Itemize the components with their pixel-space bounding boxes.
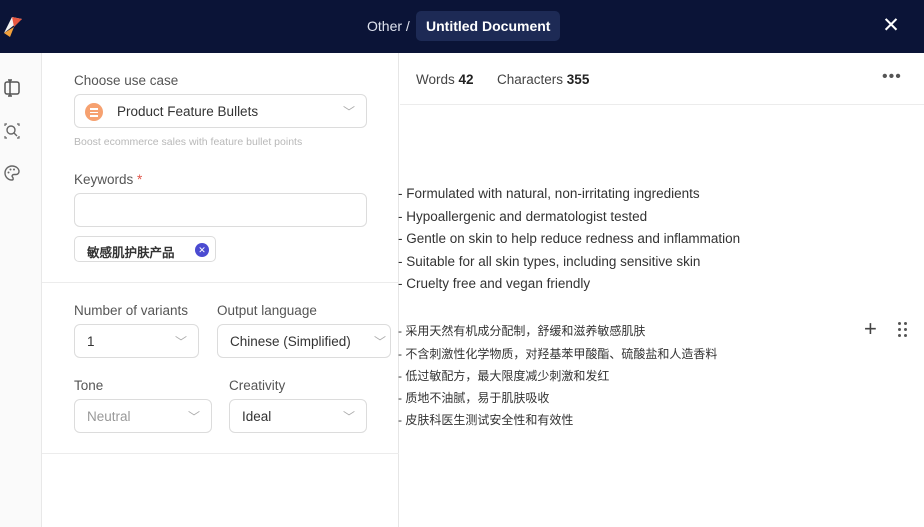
left-rail <box>0 53 42 527</box>
language-select[interactable]: Chinese (Simplified) ﹀ <box>217 324 391 358</box>
chevron-down-icon: ﹀ <box>187 410 200 424</box>
keywords-label: Keywords * <box>74 172 143 187</box>
creativity-value: Ideal <box>242 409 272 424</box>
language-label: Output language <box>217 303 317 318</box>
remove-tag-icon[interactable]: ✕ <box>195 243 209 257</box>
chevron-down-icon: ﹀ <box>174 335 187 349</box>
breadcrumb[interactable]: Other / <box>367 18 410 34</box>
tone-label: Tone <box>74 378 104 393</box>
bullet-line[interactable]: - 不含刺激性化学物质，对羟基苯甲酸酯、硫酸盐和人造香料 <box>398 345 717 362</box>
creativity-select[interactable]: Ideal ﹀ <box>229 399 367 433</box>
bullet-line[interactable]: - Formulated with natural, non-irritatin… <box>398 186 700 201</box>
keywords-input[interactable] <box>74 193 367 227</box>
tone-select[interactable]: Neutral ﹀ <box>74 399 212 433</box>
top-bar: Other / Untitled Document ✕ <box>0 0 924 53</box>
bullet-line[interactable]: - Gentle on skin to help reduce redness … <box>398 231 740 246</box>
more-options-icon[interactable]: ••• <box>882 68 902 86</box>
variants-select[interactable]: 1 ﹀ <box>74 324 199 358</box>
bullet-line[interactable]: - Suitable for all skin types, including… <box>398 254 700 269</box>
bullet-line[interactable]: - 质地不油腻，易于肌肤吸收 <box>398 389 549 406</box>
language-value: Chinese (Simplified) <box>230 334 351 349</box>
editor-divider <box>400 104 924 105</box>
divider <box>42 453 399 454</box>
creativity-label: Creativity <box>229 378 286 393</box>
list-icon <box>85 103 103 121</box>
drag-handle-icon[interactable] <box>896 321 910 339</box>
document-title[interactable]: Untitled Document <box>416 11 561 41</box>
bullet-line[interactable]: - 低过敏配方，最大限度减少刺激和发红 <box>398 367 609 384</box>
use-case-hint: Boost ecommerce sales with feature bulle… <box>74 136 303 148</box>
use-case-select[interactable]: Product Feature Bullets ﹀ <box>74 94 367 128</box>
chevron-down-icon: ﹀ <box>373 335 386 349</box>
bullet-line[interactable]: - 皮肤科医生测试安全性和有效性 <box>398 411 573 428</box>
palette-icon[interactable] <box>2 163 22 183</box>
keyword-tag-label: 敏感肌护肤产品 <box>87 246 175 260</box>
tone-value: Neutral <box>87 409 131 424</box>
bullet-line[interactable]: - Hypoallergenic and dermatologist teste… <box>398 209 647 224</box>
use-case-label: Choose use case <box>74 73 179 88</box>
app-logo-icon[interactable] <box>0 13 26 39</box>
variants-value: 1 <box>87 334 95 349</box>
text-editor-icon[interactable] <box>2 78 22 98</box>
keyword-tag: 敏感肌护肤产品 ✕ <box>74 236 216 262</box>
search-icon[interactable] <box>2 121 22 141</box>
settings-panel: Choose use case Product Feature Bullets … <box>42 53 399 527</box>
add-block-icon[interactable]: + <box>864 316 877 342</box>
bullet-line[interactable]: - Cruelty free and vegan friendly <box>398 276 590 291</box>
character-count: Characters 355 <box>497 72 590 87</box>
chevron-down-icon: ﹀ <box>342 105 355 119</box>
close-icon[interactable]: ✕ <box>878 13 904 39</box>
use-case-value: Product Feature Bullets <box>117 104 259 119</box>
chevron-down-icon: ﹀ <box>342 410 355 424</box>
variants-label: Number of variants <box>74 303 189 318</box>
bullet-line[interactable]: - 采用天然有机成分配制，舒缓和滋养敏感肌肤 <box>398 322 645 339</box>
divider <box>42 282 399 283</box>
word-count: Words 42 <box>416 72 474 87</box>
